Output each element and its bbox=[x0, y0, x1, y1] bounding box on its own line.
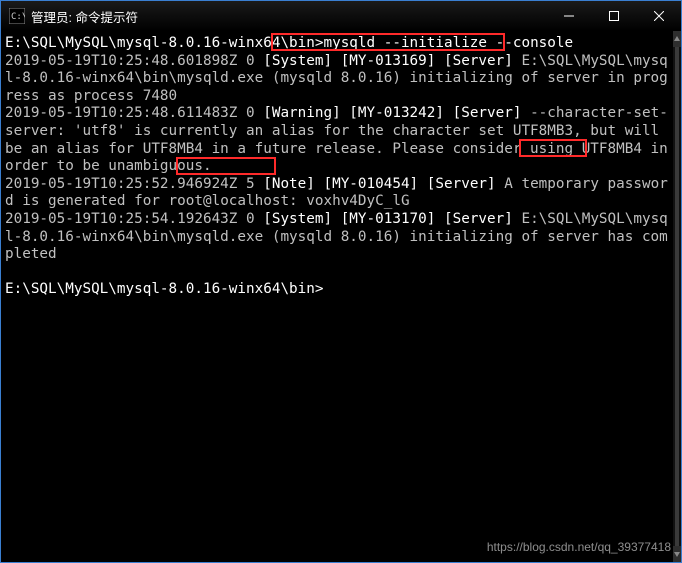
terminal-output[interactable]: E:\SQL\MySQL\mysql-8.0.16-winx64\bin>mys… bbox=[1, 31, 673, 562]
vertical-scrollbar[interactable] bbox=[673, 31, 681, 562]
command-prompt-window: C:\ 管理员: 命令提示符 E:\SQL\MySQL\mysql-8.0.16… bbox=[0, 0, 682, 563]
terminal-area: E:\SQL\MySQL\mysql-8.0.16-winx64\bin>mys… bbox=[1, 31, 681, 562]
close-button[interactable] bbox=[636, 1, 681, 31]
prompt: E:\SQL\MySQL\mysql-8.0.16-winx64\bin> bbox=[5, 281, 323, 297]
output-line: 2019-05-19T10:25:48.601898Z 0 bbox=[5, 53, 263, 69]
scroll-track[interactable] bbox=[673, 47, 681, 546]
output-line: 2019-05-19T10:25:54.192643Z 0 bbox=[5, 211, 263, 227]
window-title: 管理员: 命令提示符 bbox=[31, 7, 138, 26]
scroll-down-button[interactable] bbox=[673, 546, 681, 562]
scroll-thumb[interactable] bbox=[675, 47, 679, 546]
output-tag: [System] [MY-013169] [Server] bbox=[263, 53, 513, 69]
output-line: 2019-05-19T10:25:52.946924Z 5 bbox=[5, 176, 263, 192]
scroll-up-button[interactable] bbox=[673, 31, 681, 47]
svg-text:C:\: C:\ bbox=[11, 12, 25, 22]
output-tag: [Warning] [MY-013242] [Server] bbox=[263, 105, 521, 121]
output-line: A temporary bbox=[496, 176, 608, 192]
titlebar[interactable]: C:\ 管理员: 命令提示符 bbox=[1, 1, 681, 31]
minimize-button[interactable] bbox=[546, 1, 591, 31]
generated-password: voxhv4DyC_lG bbox=[306, 193, 409, 209]
output-tag: [System] [MY-013170] [Server] bbox=[263, 211, 513, 227]
output-line: 2019-05-19T10:25:48.611483Z 0 bbox=[5, 105, 263, 121]
cmd-icon: C:\ bbox=[9, 8, 25, 24]
maximize-button[interactable] bbox=[591, 1, 636, 31]
output-tag: [Note] [MY-010454] [Server] bbox=[263, 176, 495, 192]
prompt: E:\SQL\MySQL\mysql-8.0.16-winx64\bin> bbox=[5, 35, 323, 51]
typed-command: mysqld --initialize --console bbox=[323, 35, 573, 51]
output-line: is generated for root@localhost: bbox=[14, 193, 307, 209]
